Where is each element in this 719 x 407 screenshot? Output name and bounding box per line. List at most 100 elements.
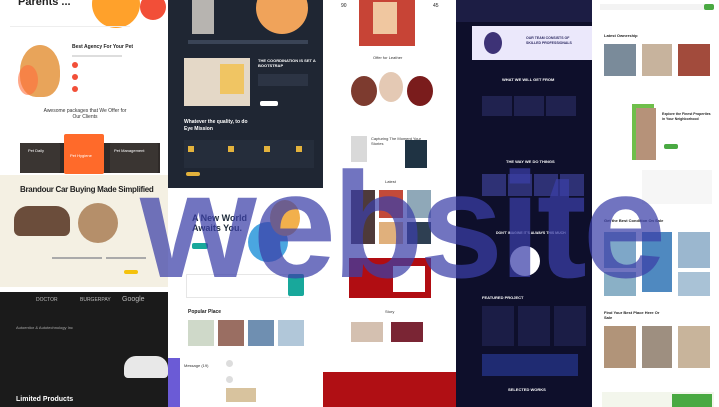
feature-card-1[interactable] [482,96,512,116]
gallery-5 [407,222,431,244]
project-card-3[interactable] [554,306,586,346]
panel-real-estate: Latest Ownership Explore the Finest Prop… [592,0,719,407]
footer-sub: Autoentior & Autotechnology Inc [16,325,73,330]
stat-2: 45 [433,3,439,9]
hero-portrait [256,0,308,34]
travel-search-button[interactable] [288,274,304,296]
agency-headline: Best Agency For Your Pet [72,44,134,50]
newsletter-popup [393,266,425,292]
project-card-1[interactable] [482,306,514,346]
footer-title: Limited Products [16,396,74,403]
tab-pet-management-label: Pet Management [114,148,145,153]
hero-title: THE COORDINATION IS SET A BOOTSTRAP [258,58,316,69]
agency-line [72,55,122,57]
story-card-2[interactable] [391,322,423,342]
house-2[interactable] [642,44,672,76]
explore-button[interactable] [664,144,678,149]
section1-title: Offer for Leather [373,55,403,60]
tab-pet-daily[interactable]: Pet Daily [20,143,60,173]
building-5[interactable] [678,272,710,296]
tab-pet-hygiene-label: Pet Hygiene [70,153,92,158]
travel-explore-button[interactable] [192,243,208,249]
car-text-lines [52,257,102,259]
story-card-1[interactable] [351,322,383,342]
building-3[interactable] [678,232,710,268]
findbest-title: Find Your Best Place Here Or Sale [604,310,660,321]
team-avatar [484,32,502,54]
tab-pet-management[interactable]: Pet Management [110,143,158,173]
section4-title: Story [385,309,395,314]
car-portrait [78,203,118,243]
place-card-4[interactable] [278,320,304,346]
panel1-top-title: Parents ... [18,0,71,8]
mission-icon-4 [296,146,302,152]
section3-title: Latest [385,179,396,184]
house-3[interactable] [678,44,710,76]
tab-pet-hygiene[interactable]: Pet Hygiene [64,134,104,174]
hero-text-lines [258,74,308,86]
project-banner [482,354,578,376]
panel-photography: 90 45 Offer for Leather Capturing The Mo… [323,0,456,407]
feature-card-3[interactable] [546,96,576,116]
car-text-lines-2 [106,257,146,259]
car-cta-button[interactable] [124,270,138,274]
cta4: DON'T IMAGINE IT'S ALWAYS THIS MUCH [496,231,566,235]
listing-1[interactable] [604,326,636,368]
feature-dot-1 [72,62,78,68]
packages-subhead: Awesome packages that We Offer for Our C… [43,108,127,120]
listing-3[interactable] [678,326,710,368]
place-card-3[interactable] [248,320,274,346]
stat-1: 90 [341,3,347,9]
gallery-3 [407,190,431,218]
listing-2[interactable] [642,326,672,368]
portrait-3 [407,76,433,106]
mission-cta-button[interactable] [186,172,200,176]
brand-burgerpay: BURGERPAY [80,297,111,303]
gallery-1 [351,190,375,244]
red-footer [323,372,456,407]
promo-people [636,108,656,160]
mission-icon-2 [228,146,234,152]
message-title: Message (19) [184,363,209,368]
dog-accent [18,65,38,95]
hero-read-button[interactable] [260,101,278,106]
building-4[interactable] [604,272,636,296]
mission-icon-3 [264,146,270,152]
house-1[interactable] [604,44,636,76]
hero-avatar-circle-small [140,0,166,20]
place-card-1[interactable] [188,320,214,346]
header-gradient [456,0,592,22]
process-tile-1 [482,174,506,196]
place-card-2[interactable] [218,320,244,346]
building-1[interactable] [604,232,636,268]
nav-bar [600,4,710,10]
messenger-sidebar [168,358,180,407]
latest-title: Latest Ownership [604,33,638,38]
hero-avatar-circle [92,0,140,28]
project-card-2[interactable] [518,306,550,346]
hero-photo-left [192,0,214,34]
message-image-row [226,388,256,402]
feature-card-2[interactable] [514,96,544,116]
message-avatar-2 [226,376,233,383]
hero-nav-bar [188,40,308,44]
process-tile-4 [560,174,584,196]
photo-tile-1 [351,136,367,162]
panel-dark-agency: OUR TEAM CONSISTS OF SKILLED PROFESSIONA… [456,0,592,407]
message-avatar-1 [226,360,233,367]
feature-dot-3 [72,86,78,92]
gallery-2 [379,190,403,218]
building-2[interactable] [642,232,672,292]
nav-cta-button[interactable] [704,4,714,10]
tab-pet-daily-label: Pet Daily [28,148,45,153]
car-headline: Brandour Car Buying Made Simplified [20,185,154,194]
feature-grid [642,170,712,204]
travel-search-bar[interactable] [186,274,290,298]
cta6: SELECTED WORKS [508,387,546,392]
footer-car-image [124,356,168,378]
travel-headline: A New World Awaits You. [192,213,248,233]
cta2: WHAT WE WILL GET FROM [502,77,555,82]
mission-icons-row [184,140,314,168]
top-divider [10,26,130,27]
getdeal-title: Get the Best Condition On Sale [604,218,664,223]
